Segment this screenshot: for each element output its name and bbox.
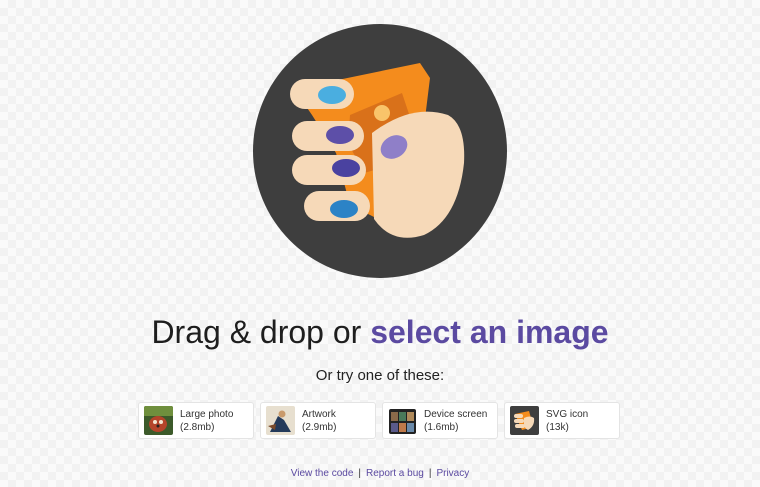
device-screen-icon bbox=[388, 406, 417, 435]
artwork-icon bbox=[266, 406, 295, 435]
red-panda-photo-icon bbox=[144, 406, 173, 435]
demo-title: Artwork bbox=[302, 408, 336, 420]
demo-size: (2.9mb) bbox=[302, 421, 337, 433]
demo-artwork[interactable]: Artwork (2.9mb) bbox=[260, 402, 376, 439]
squoosh-logo-icon bbox=[510, 406, 539, 435]
report-bug-link[interactable]: Report a bug bbox=[366, 468, 424, 479]
privacy-link[interactable]: Privacy bbox=[436, 468, 469, 479]
demo-list: Large photo (2.8mb) Artwork (2.9mb) Devi… bbox=[138, 402, 620, 439]
demo-size: (2.8mb) bbox=[180, 421, 215, 433]
footer: View the code | Report a bug | Privacy bbox=[0, 467, 760, 480]
demo-title: Device screen bbox=[424, 408, 488, 420]
drop-prompt-text: Drag & drop or bbox=[151, 314, 362, 350]
demo-prompt: Or try one of these: bbox=[315, 367, 445, 384]
squoosh-logo-icon bbox=[252, 23, 508, 279]
demo-device-screen[interactable]: Device screen (1.6mb) bbox=[382, 402, 498, 439]
footer-separator: | bbox=[428, 468, 432, 479]
demo-size: (13k) bbox=[546, 421, 569, 433]
demo-title: Large photo bbox=[180, 408, 234, 420]
drop-prompt: Drag & drop or select an image bbox=[0, 312, 760, 352]
demo-title: SVG icon bbox=[546, 408, 589, 420]
footer-separator: | bbox=[358, 468, 361, 479]
select-image-link[interactable]: select an image bbox=[370, 314, 608, 350]
view-code-link[interactable]: View the code bbox=[291, 468, 354, 479]
demo-svg-icon[interactable]: SVG icon (13k) bbox=[504, 402, 620, 439]
demo-large-photo[interactable]: Large photo (2.8mb) bbox=[138, 402, 254, 439]
demo-size: (1.6mb) bbox=[424, 421, 459, 433]
